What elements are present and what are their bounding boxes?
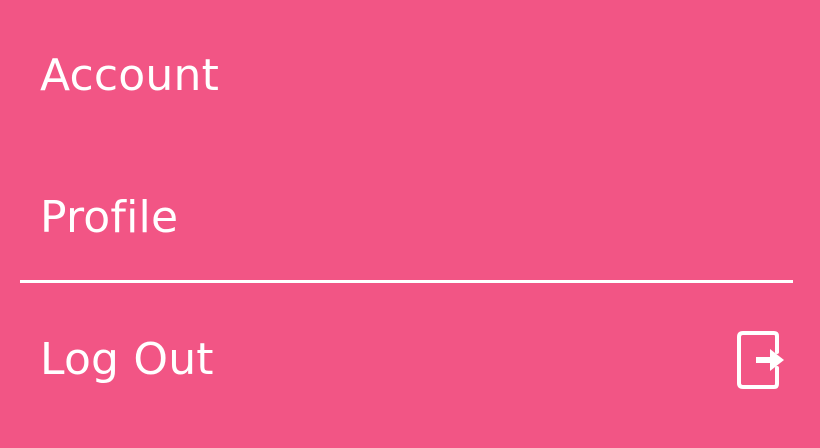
menu-item-profile[interactable]: Profile	[40, 194, 786, 242]
menu-item-label: Account	[40, 50, 220, 101]
logout-icon	[737, 331, 784, 389]
menu-item-label: Profile	[40, 192, 179, 243]
menu-item-logout[interactable]: Log Out	[40, 330, 786, 390]
menu-item-account[interactable]: Account	[40, 52, 786, 100]
dropdown-menu: Account Profile Log Out	[0, 0, 820, 448]
menu-divider	[20, 280, 793, 283]
menu-item-label: Log Out	[40, 334, 214, 385]
